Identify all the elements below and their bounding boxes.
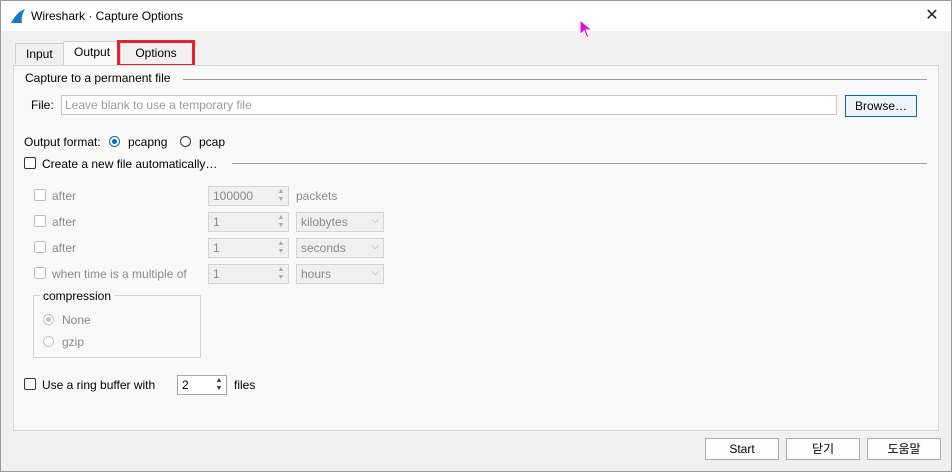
output-format-label: Output format: [24, 135, 101, 149]
spin-arrows-icon[interactable]: ▲ ▼ [213, 377, 225, 393]
after-packets-label: after [52, 189, 77, 203]
packets-value: 100000 [213, 189, 254, 203]
interval-unit-value: hours [301, 267, 332, 281]
close-icon[interactable]: ✕ [921, 5, 943, 27]
pcapng-radio[interactable] [109, 136, 120, 147]
size-value: 1 [213, 215, 220, 229]
spin-arrows-icon[interactable]: ▲ ▼ [275, 214, 287, 230]
size-spinbox[interactable]: 1 ▲ ▼ [208, 212, 289, 232]
compression-groupbox [33, 295, 201, 358]
ring-buffer-value: 2 [182, 378, 189, 392]
pcapng-label: pcapng [128, 135, 168, 149]
packets-spinbox[interactable]: 100000 ▲ ▼ [208, 186, 289, 206]
time-multiple-checkbox[interactable] [34, 267, 46, 279]
section-divider [183, 79, 927, 80]
output-tab-panel [13, 65, 939, 431]
after-packets-checkbox[interactable] [34, 189, 46, 201]
tab-output[interactable]: Output [63, 41, 122, 65]
chevron-down-icon: ⌵ [371, 267, 379, 278]
ring-buffer-label: Use a ring buffer with [42, 378, 156, 392]
pcap-label: pcap [199, 135, 226, 149]
compression-none-label: None [62, 313, 91, 327]
wireshark-fin-icon [10, 8, 26, 24]
window-title: Wireshark · Capture Options [31, 9, 184, 23]
size-unit-value: kilobytes [301, 215, 348, 229]
compression-gzip-radio[interactable] [43, 336, 54, 347]
after-time-checkbox[interactable] [34, 241, 46, 253]
time-unit-value: seconds [301, 241, 346, 255]
interval-value: 1 [213, 267, 220, 281]
compression-title: compression [40, 289, 115, 303]
ring-buffer-spinbox[interactable]: 2 ▲ ▼ [177, 375, 227, 395]
tab-input[interactable]: Input [15, 43, 64, 64]
after-size-checkbox[interactable] [34, 215, 46, 227]
auto-file-divider [232, 163, 927, 164]
file-label: File: [31, 98, 54, 112]
spin-arrows-icon[interactable]: ▲ ▼ [275, 266, 287, 282]
help-button[interactable]: 도움말 [867, 438, 941, 460]
interval-unit-dropdown[interactable]: hours ⌵ [296, 264, 384, 284]
capture-file-section-title: Capture to a permanent file [25, 71, 171, 85]
file-path-placeholder: Leave blank to use a temporary file [65, 98, 252, 112]
size-unit-dropdown[interactable]: kilobytes ⌵ [296, 212, 384, 232]
create-new-file-label: Create a new file automatically… [42, 157, 218, 171]
interval-spinbox[interactable]: 1 ▲ ▼ [208, 264, 289, 284]
file-path-input[interactable]: Leave blank to use a temporary file [61, 95, 837, 115]
compression-gzip-label: gzip [62, 335, 85, 349]
capture-options-dialog: Wireshark · Capture Options ✕ Input Outp… [0, 0, 952, 472]
spin-arrows-icon[interactable]: ▲ ▼ [275, 188, 287, 204]
packets-unit-label: packets [296, 189, 338, 203]
create-new-file-checkbox[interactable] [24, 157, 36, 169]
tab-options[interactable]: Options [117, 40, 195, 67]
spin-arrows-icon[interactable]: ▲ ▼ [275, 240, 287, 256]
time-value: 1 [213, 241, 220, 255]
close-button[interactable]: 닫기 [786, 438, 860, 460]
browse-button[interactable]: Browse… [845, 95, 917, 117]
after-time-label: after [52, 241, 77, 255]
title-bar[interactable]: Wireshark · Capture Options ✕ [1, 1, 951, 31]
ring-buffer-checkbox[interactable] [24, 378, 36, 390]
chevron-down-icon: ⌵ [371, 241, 379, 252]
time-spinbox[interactable]: 1 ▲ ▼ [208, 238, 289, 258]
compression-none-radio[interactable] [43, 314, 54, 325]
time-unit-dropdown[interactable]: seconds ⌵ [296, 238, 384, 258]
mouse-cursor-icon [579, 18, 594, 42]
ring-buffer-suffix: files [234, 378, 256, 392]
start-button[interactable]: Start [705, 438, 779, 460]
time-multiple-label: when time is a multiple of [52, 267, 187, 281]
after-size-label: after [52, 215, 77, 229]
chevron-down-icon: ⌵ [371, 215, 379, 226]
pcap-radio[interactable] [180, 136, 191, 147]
